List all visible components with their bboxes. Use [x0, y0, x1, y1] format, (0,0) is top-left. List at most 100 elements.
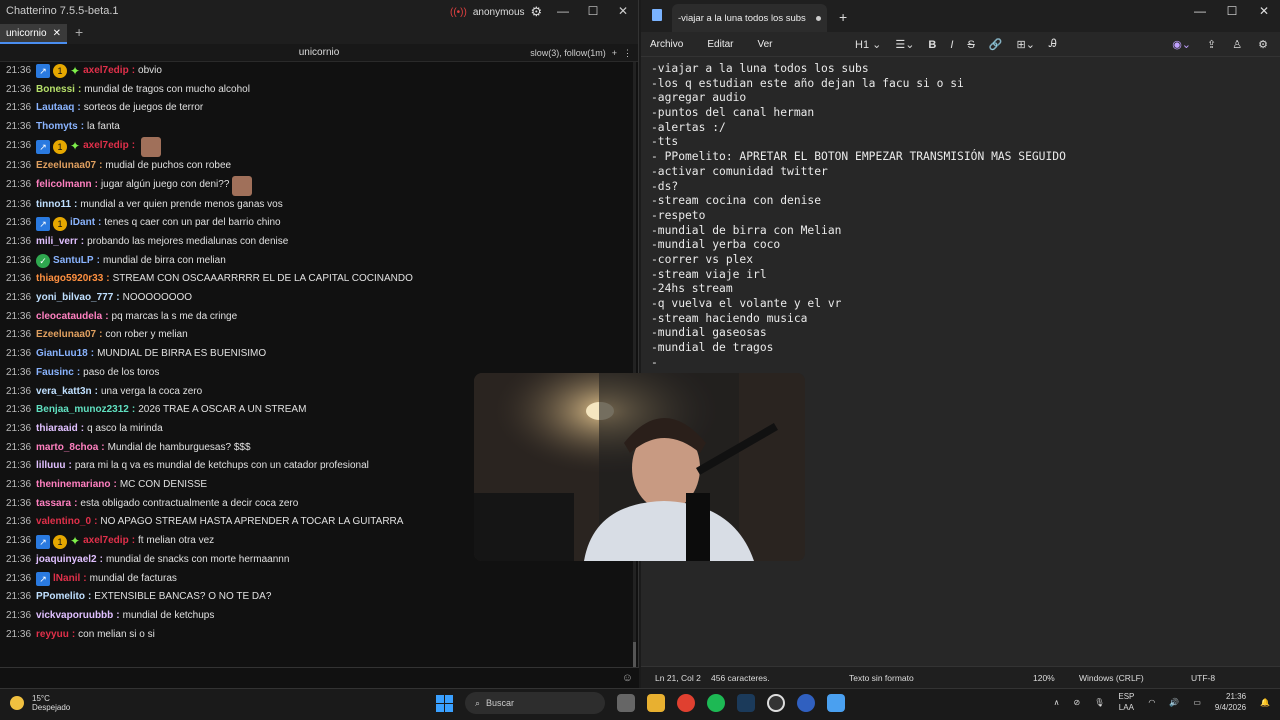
chat-username[interactable]: iDant	[70, 214, 95, 233]
gold-badge-icon[interactable]: 1	[53, 534, 68, 549]
editor-line[interactable]: -q vuelva el volante y el vr	[651, 297, 1270, 312]
editor-line[interactable]: -	[651, 356, 1270, 371]
table-icon[interactable]: ⊞⌄	[1016, 38, 1034, 51]
editor-line[interactable]: -alertas :/	[651, 121, 1270, 136]
subscriber-badge-icon[interactable]: ↗	[36, 216, 51, 231]
notification-bell-icon[interactable]: 🔔	[1260, 698, 1270, 707]
chat-username[interactable]: thiaraaid	[36, 420, 78, 439]
editor-line[interactable]: -mundial yerba coco	[651, 238, 1270, 253]
emote-image[interactable]	[232, 175, 253, 196]
account-area[interactable]: ((•)) anonymous ⚙	[450, 4, 542, 20]
menu-archivo[interactable]: Archivo	[650, 39, 683, 50]
battery-icon[interactable]: ▭	[1193, 698, 1201, 707]
chat-username[interactable]: lNanil	[53, 570, 80, 589]
notepad-app-icon[interactable]	[827, 694, 845, 712]
editor-line[interactable]: -stream cocina con denise	[651, 194, 1270, 209]
show-hidden-icons-icon[interactable]: ∧	[1054, 698, 1060, 707]
scrollbar-thumb[interactable]	[633, 642, 636, 667]
emote-picker-icon[interactable]: ☺	[622, 672, 633, 684]
chat-username[interactable]: theninemariano	[36, 476, 110, 495]
encoding[interactable]: UTF-8	[1191, 673, 1215, 683]
emote-image[interactable]	[141, 136, 162, 157]
chat-modes[interactable]: slow(3), follow(1m)	[530, 48, 606, 59]
file-explorer-icon[interactable]	[647, 694, 665, 712]
tab-close-icon[interactable]: ✕	[53, 28, 61, 39]
steam-icon[interactable]	[737, 694, 755, 712]
chat-username[interactable]: yoni_bilvao_777	[36, 289, 113, 308]
chat-input[interactable]: ☺	[0, 667, 639, 688]
chat-username[interactable]: felicolmann	[36, 176, 92, 195]
language-indicator[interactable]: ESP LAA	[1118, 691, 1134, 713]
chat-scrollbar[interactable]	[633, 62, 636, 667]
chat-username[interactable]: valentino_0	[36, 513, 91, 532]
editor-line[interactable]: -respeto	[651, 209, 1270, 224]
chatterino-app-icon[interactable]	[797, 694, 815, 712]
chat-username[interactable]: GianLuu18	[36, 345, 88, 364]
editor-line[interactable]: -los q estudian este año dejan la facu s…	[651, 77, 1270, 92]
chat-username[interactable]: Thomyts	[36, 118, 78, 137]
clock[interactable]: 21:36 9/4/2026	[1215, 691, 1246, 713]
minimize-icon[interactable]: —	[548, 4, 578, 18]
copilot-icon[interactable]: ◉⌄	[1172, 38, 1191, 51]
settings-gear-icon[interactable]: ⚙	[1258, 38, 1268, 51]
account-name[interactable]: anonymous	[473, 7, 525, 18]
editor-line[interactable]: -puntos del canal herman	[651, 106, 1270, 121]
spotify-icon[interactable]	[707, 694, 725, 712]
unsaved-dot-icon[interactable]	[816, 15, 821, 21]
microphone-icon[interactable]: 🎙	[1094, 698, 1104, 707]
clear-format-icon[interactable]: Ꭿ	[1049, 38, 1057, 51]
chrome-icon[interactable]	[677, 694, 695, 712]
subscriber-badge-icon[interactable]: ↗	[36, 571, 51, 586]
editor-line[interactable]: -stream viaje irl	[651, 268, 1270, 283]
subscriber-badge-icon[interactable]: ↗	[36, 64, 51, 79]
link-icon[interactable]: 🔗	[989, 38, 1003, 51]
editor-line[interactable]: -agregar audio	[651, 91, 1270, 106]
add-tab-icon[interactable]: +	[67, 24, 91, 44]
weather-widget[interactable]: 15°C Despejado	[10, 694, 70, 712]
menu-editar[interactable]: Editar	[707, 39, 733, 50]
chat-username[interactable]: Bonessi	[36, 81, 75, 100]
chat-username[interactable]: SantuLP	[53, 252, 94, 271]
chat-username[interactable]: axel7edip	[83, 137, 129, 156]
account-icon[interactable]: ♙	[1232, 38, 1242, 51]
task-view-icon[interactable]	[617, 694, 635, 712]
editor-line[interactable]: - PPomelito: APRETAR EL BOTON EMPEZAR TR…	[651, 150, 1270, 165]
tab-unicornio[interactable]: unicornio ✕	[0, 24, 67, 44]
chat-username[interactable]: Ezeelunaa07	[36, 326, 96, 345]
line-ending[interactable]: Windows (CRLF)	[1079, 673, 1144, 683]
add-split-icon[interactable]: +	[612, 48, 617, 59]
sparkle-badge-icon[interactable]: ✦	[70, 532, 80, 551]
split-menu-icon[interactable]: ⋮	[623, 48, 632, 59]
network-icon[interactable]: ⊘	[1074, 698, 1081, 707]
chat-username[interactable]: Ezeelunaa07	[36, 157, 96, 176]
bold-icon[interactable]: B	[928, 39, 936, 51]
wifi-icon[interactable]: ◠	[1148, 698, 1155, 707]
channel-name[interactable]: unicornio	[299, 47, 340, 58]
editor-line[interactable]: -viajar a la luna todos los subs	[651, 62, 1270, 77]
chat-username[interactable]: Lautaaq	[36, 99, 74, 118]
chat-username[interactable]: PPomelito	[36, 588, 85, 607]
maximize-icon[interactable]: ☐	[1216, 0, 1248, 22]
gold-badge-icon[interactable]: 1	[53, 64, 68, 79]
editor-line[interactable]: -tts	[651, 135, 1270, 150]
chat-username[interactable]: Fausinc	[36, 364, 74, 383]
heading-dropdown[interactable]: H1 ⌄	[855, 38, 881, 51]
close-icon[interactable]: ✕	[608, 4, 638, 18]
chat-username[interactable]: tinno11	[36, 196, 71, 215]
chat-username[interactable]: cleocataudela	[36, 308, 102, 327]
close-icon[interactable]: ✕	[1248, 0, 1280, 22]
editor-line[interactable]: -mundial de tragos	[651, 341, 1270, 356]
sparkle-badge-icon[interactable]: ✦	[70, 62, 80, 81]
zoom-level[interactable]: 120%	[1033, 673, 1055, 683]
minimize-icon[interactable]: —	[1184, 0, 1216, 22]
editor-line[interactable]: -24hs stream	[651, 282, 1270, 297]
chat-username[interactable]: mili_verr	[36, 233, 78, 252]
chat-username[interactable]: thiago5920r33	[36, 270, 103, 289]
chat-username[interactable]: Benjaa_munoz2312	[36, 401, 129, 420]
editor-line[interactable]: -stream haciendo musica	[651, 312, 1270, 327]
text-editor[interactable]: -viajar a la luna todos los subs -los q e…	[641, 56, 1280, 656]
strikethrough-icon[interactable]: S	[967, 39, 974, 51]
italic-icon[interactable]: I	[950, 39, 953, 51]
subscriber-badge-icon[interactable]: ↗	[36, 534, 51, 549]
chat-username[interactable]: axel7edip	[83, 532, 129, 551]
